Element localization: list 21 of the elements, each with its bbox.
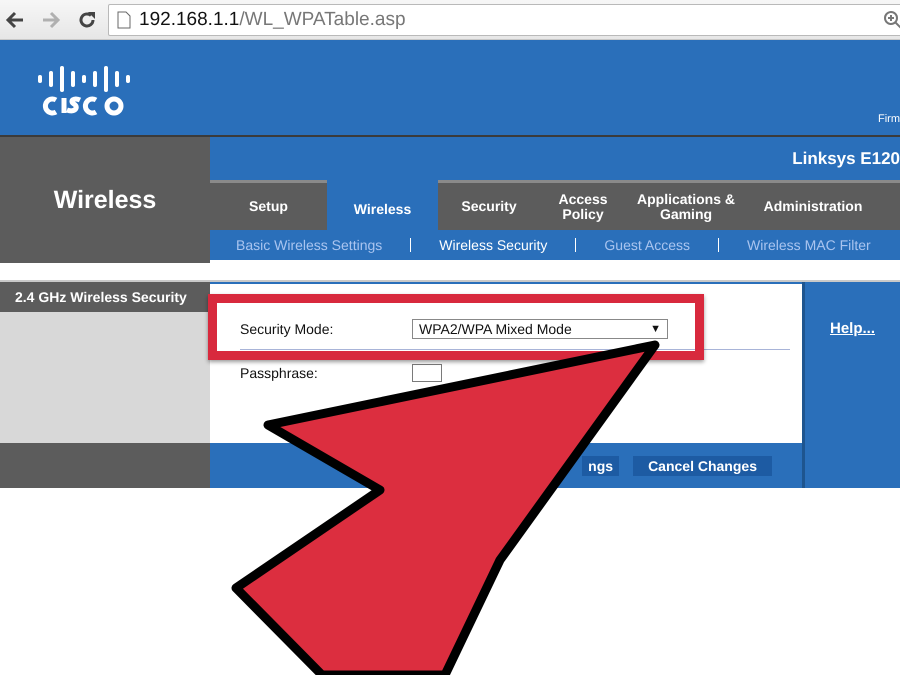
- section-title: Wireless: [54, 186, 156, 214]
- nav-tab[interactable]: Wireless: [327, 180, 438, 230]
- reload-icon: [77, 10, 97, 30]
- zoom-icon[interactable]: [883, 10, 900, 30]
- caret-icon: ▼: [650, 322, 661, 334]
- field-label: Security Mode:: [240, 320, 334, 336]
- subnav-link[interactable]: Wireless Security: [410, 238, 576, 252]
- page-icon: [117, 10, 131, 28]
- action-button[interactable]: Cancel Changes: [633, 456, 772, 476]
- address-bar[interactable]: 192.168.1.1/WL_WPATable.asp: [108, 4, 900, 36]
- action-button[interactable]: ngs: [582, 456, 620, 476]
- sidebar-heading: 2.4 GHz Wireless Security: [15, 289, 187, 305]
- forward-icon: [41, 10, 61, 28]
- url-text: 192.168.1.1/WL_WPATable.asp: [139, 8, 406, 30]
- back-icon: [5, 10, 25, 28]
- passphrase-field[interactable]: [412, 364, 442, 382]
- product-name: Linksys E120: [792, 148, 900, 168]
- field-label: Passphrase:: [240, 365, 319, 381]
- help-link[interactable]: Help...: [830, 320, 875, 338]
- firmware-label: Firm: [878, 113, 900, 125]
- security-mode-dropdown[interactable]: WPA2/WPA Mixed Mode ▼: [412, 318, 668, 338]
